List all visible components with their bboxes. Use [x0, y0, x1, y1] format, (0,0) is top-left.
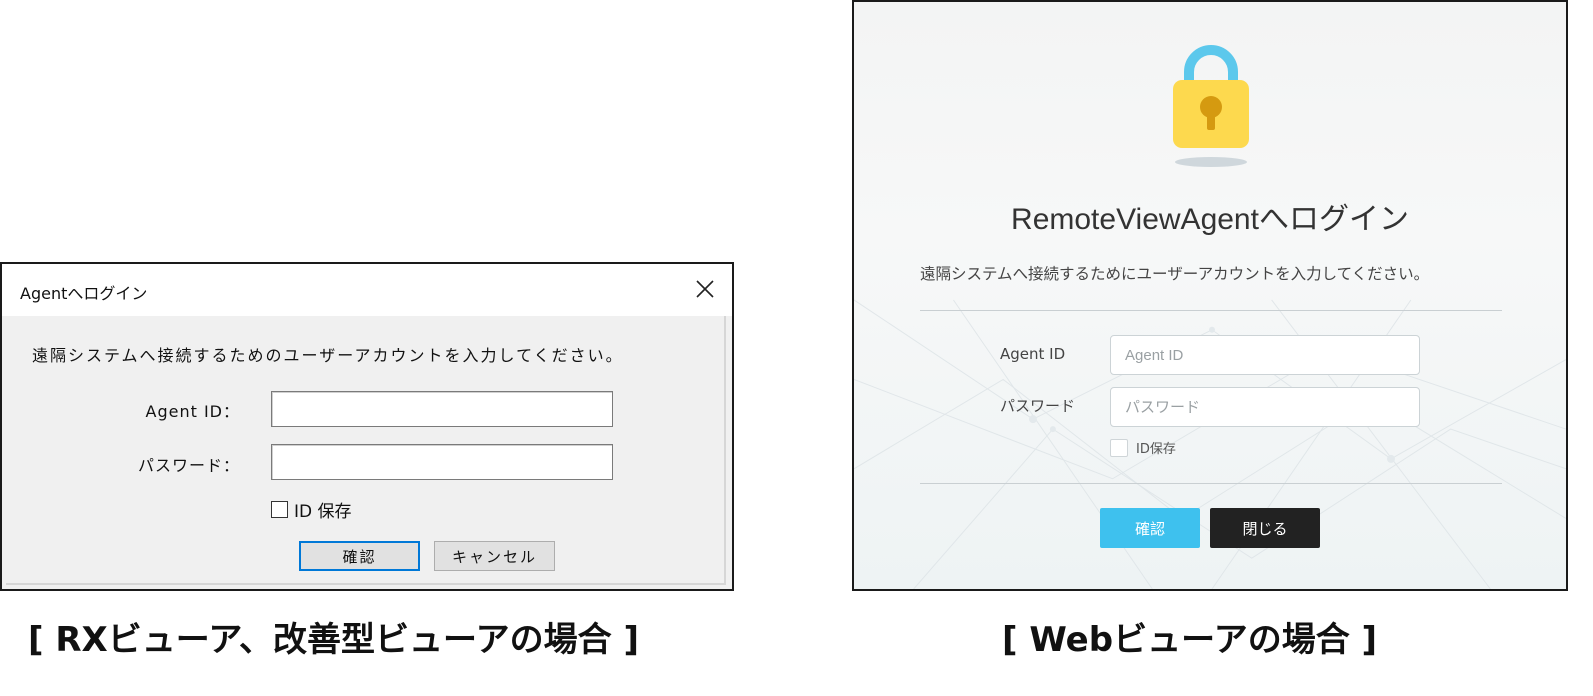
dialog-description: 遠隔システムへ接続するためのユーザーアカウントを入力してください。 [32, 346, 624, 365]
confirm-button[interactable]: 確認 [1100, 508, 1200, 548]
close-button[interactable] [688, 272, 722, 306]
dialog-titlebar: Agentへログイン [2, 264, 732, 316]
caption-web-viewer: [ Webビューアの場合 ] [1002, 620, 1378, 660]
agent-id-input[interactable] [271, 391, 613, 427]
password-label: パスワード： [137, 456, 240, 475]
save-id-checkbox-row[interactable]: ID保存 [1110, 438, 1176, 457]
agent-id-label: Agent ID [1000, 345, 1066, 363]
confirm-button[interactable]: 確認 [299, 541, 420, 571]
cancel-button[interactable]: キャンセル [434, 541, 555, 571]
caption-rx-viewer: [ RXビューア、改善型ビューアの場合 ] [28, 620, 640, 660]
password-input[interactable] [1110, 387, 1420, 427]
close-icon [696, 280, 714, 298]
save-id-checkbox[interactable] [1110, 438, 1128, 457]
dialog-title: Agentへログイン [20, 284, 148, 303]
divider [920, 483, 1502, 484]
web-dialog-description: 遠隔システムへ接続するためにユーザーアカウントを入力してください。 [920, 265, 1430, 283]
dialog-body: 遠隔システムへ接続するためのユーザーアカウントを入力してください。 Agent … [2, 316, 732, 589]
agent-id-input[interactable] [1110, 335, 1420, 375]
rx-login-dialog: Agentへログイン 遠隔システムへ接続するためのユーザーアカウントを入力してく… [0, 262, 734, 591]
agent-id-label: Agent ID： [145, 402, 240, 421]
web-dialog-title: RemoteViewAgentへログイン [1011, 203, 1409, 236]
divider [920, 310, 1502, 311]
save-id-label: ID保存 [1136, 442, 1176, 457]
save-id-checkbox[interactable] [271, 501, 288, 518]
close-button[interactable]: 閉じる [1210, 508, 1320, 548]
save-id-label: ID 保存 [294, 502, 352, 522]
password-label: パスワード [1000, 397, 1076, 415]
web-login-dialog: RemoteViewAgentへログイン 遠隔システムへ接続するためにユーザーア… [852, 0, 1568, 591]
save-id-checkbox-row[interactable]: ID 保存 [271, 497, 352, 522]
lock-icon [1173, 45, 1249, 167]
password-input[interactable] [271, 444, 613, 480]
